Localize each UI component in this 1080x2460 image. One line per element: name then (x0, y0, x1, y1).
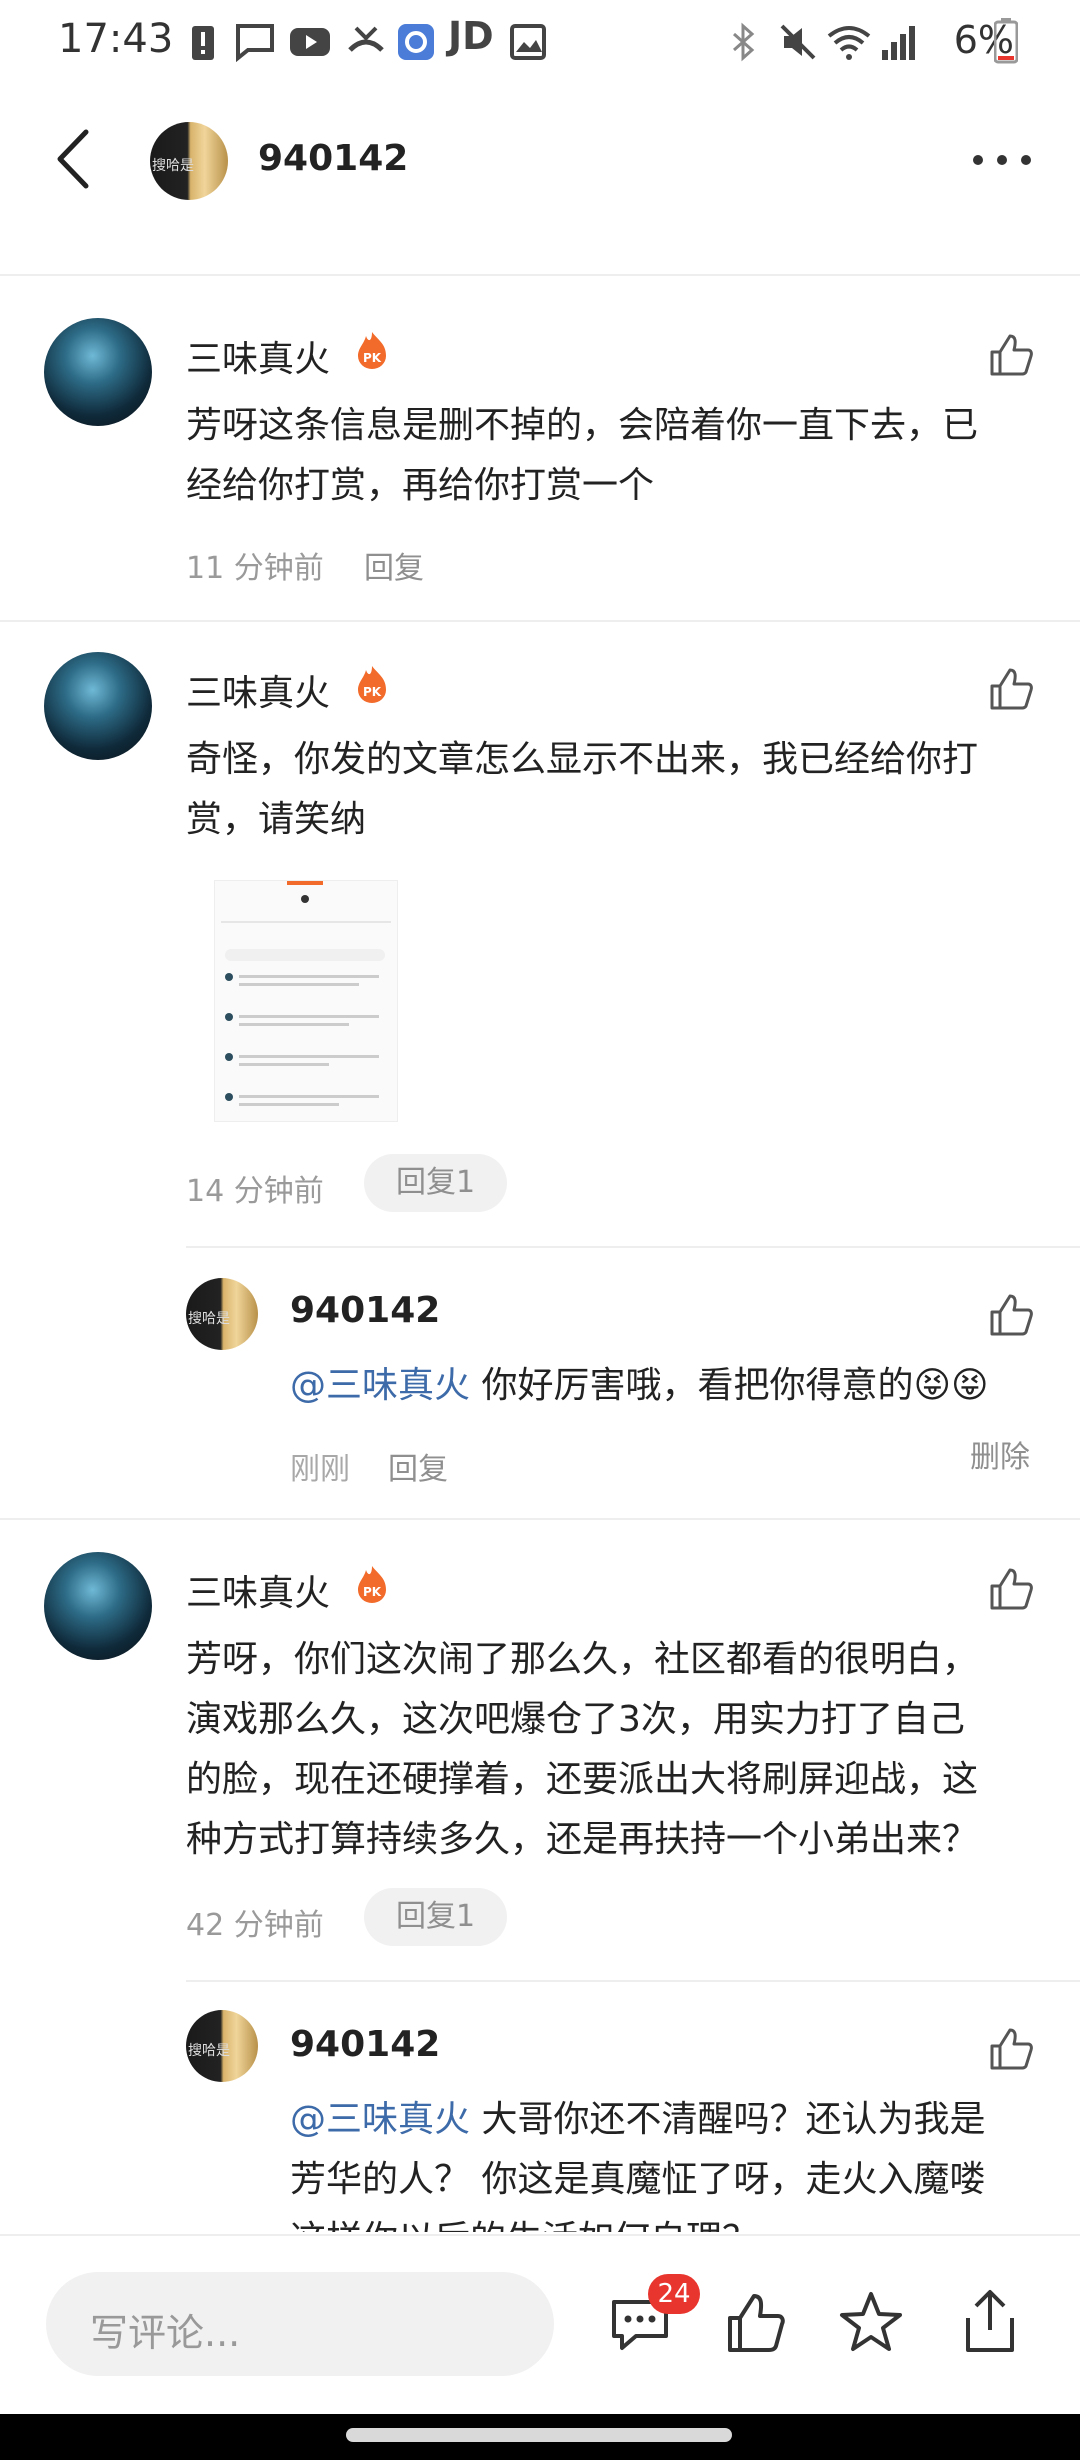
like-icon[interactable] (724, 2292, 788, 2356)
page-title: 940142 (258, 138, 409, 179)
reply-count-button[interactable]: 回复1 (364, 1888, 508, 1946)
jd-icon: JD (448, 14, 494, 58)
reply-user-name[interactable]: 940142 (290, 2024, 440, 2065)
mention-link[interactable]: @三味真火 (290, 1365, 470, 1406)
divider (186, 1246, 1080, 1248)
comment-text: 奇怪，你发的文章怎么显示不出来，我已经给你打 赏，请笑纳 (186, 730, 1046, 850)
pk-badge-icon: PK (358, 332, 386, 369)
reply-avatar[interactable]: 搜哈是 (186, 2010, 258, 2082)
comment-line: 演戏那么久，这次吧爆仓了3次，用实力打了自己 (186, 1699, 965, 1740)
comment-text: 芳呀这条信息是删不掉的，会陪着你一直下去，已 经给你打赏，再给你打赏一个 (186, 396, 1046, 516)
comment-line: 经给你打赏，再给你打赏一个 (186, 465, 655, 506)
comment-line: 奇怪，你发的文章怎么显示不出来，我已经给你打 (186, 739, 979, 780)
like-icon[interactable] (988, 666, 1034, 712)
reply-text: @三味真火 大哥你还不清醒吗？还认为我是 芳华的人？ 你这是真魔怔了呀，走火入魔… (290, 2090, 1050, 2232)
app-icon (398, 24, 434, 60)
emoji: 😝😝 (913, 1365, 989, 1406)
youtube-icon (290, 28, 330, 56)
divider (0, 1518, 1080, 1520)
commenter-name[interactable]: 三味真火 (186, 664, 330, 716)
comment-time: 14 分钟前 (186, 1174, 324, 1209)
comment-count-badge: 24 (648, 2274, 700, 2314)
mention-link[interactable]: @三味真火 (290, 2099, 470, 2140)
pk-badge-icon: PK (358, 1566, 386, 1603)
star-icon[interactable] (838, 2290, 904, 2356)
divider (0, 620, 1080, 622)
commenter-avatar[interactable] (44, 318, 152, 426)
like-icon[interactable] (988, 2026, 1034, 2072)
commenter-name[interactable]: 三味真火 (186, 1564, 330, 1616)
svg-text:PK: PK (363, 351, 382, 365)
reply-count-button[interactable]: 回复1 (364, 1154, 508, 1212)
pk-badge-icon: PK (358, 666, 386, 703)
wifi-icon (827, 26, 871, 60)
like-icon[interactable] (988, 1292, 1034, 1338)
svg-text:PK: PK (363, 1585, 382, 1599)
comment-input[interactable]: 写评论... (46, 2272, 554, 2376)
missed-call-icon (348, 26, 384, 52)
reply-body: 你好厉害哦，看把你得意的 (470, 1365, 914, 1406)
reply-line: 芳华的人？ 你这是真魔怔了呀，走火入魔喽 (290, 2159, 986, 2200)
reply-time: 刚刚 (290, 1452, 350, 1487)
comment-line: 种方式打算持续多久，还是再扶持一个小弟出来？ (186, 1819, 979, 1860)
signal-icon (882, 26, 915, 60)
header: 搜哈是 940142 (0, 88, 1080, 276)
comment-line: 赏，请笑纳 (186, 799, 367, 840)
commenter-avatar[interactable] (44, 1552, 152, 1660)
comment-time: 42 分钟前 (186, 1908, 324, 1943)
mute-icon (780, 24, 816, 60)
comment-input-placeholder: 写评论... (90, 2311, 241, 2355)
status-time: 17:43 (58, 16, 174, 62)
comment-line: 芳呀这条信息是删不掉的，会陪着你一直下去，已 (186, 405, 979, 446)
back-icon[interactable] (52, 128, 92, 190)
reply-button[interactable]: 回复 (364, 543, 424, 587)
divider (186, 1980, 1080, 1982)
reply-avatar[interactable]: 搜哈是 (186, 1278, 258, 1350)
comment-time: 11 分钟前 (186, 551, 324, 586)
reply-button[interactable]: 回复 (388, 1444, 448, 1488)
comment-line: 芳呀，你们这次闹了那么久，社区都看的很明白， (186, 1639, 979, 1680)
commenter-avatar[interactable] (44, 652, 152, 760)
comment-text: 芳呀，你们这次闹了那么久，社区都看的很明白， 演戏那么久，这次吧爆仓了3次，用实… (186, 1630, 1066, 1870)
reply-user-name[interactable]: 940142 (290, 1290, 440, 1331)
avatar-label: 搜哈是 (188, 2043, 230, 2060)
bluetooth-icon (733, 22, 755, 62)
like-icon[interactable] (988, 1566, 1034, 1612)
attached-image[interactable] (214, 880, 398, 1122)
delete-button[interactable]: 删除 (970, 1432, 1030, 1476)
avatar-label: 搜哈是 (188, 1311, 230, 1328)
reply-line: 大哥你还不清醒吗？还认为我是 (470, 2099, 986, 2140)
battery-alert-icon (192, 26, 214, 60)
status-bar: 17:43 JD 6% (0, 0, 1080, 88)
home-indicator[interactable] (346, 2428, 732, 2442)
reply-text: @三味真火 你好厉害哦，看把你得意的😝😝 (290, 1356, 1050, 1416)
svg-text:PK: PK (363, 685, 382, 699)
comment-line: 的脸，现在还硬撑着，还要派出大将刷屏迎战，这 (186, 1759, 979, 1800)
battery-icon (994, 18, 1018, 64)
commenter-name[interactable]: 三味真火 (186, 330, 330, 382)
watermark: @940142 (866, 2376, 1030, 2416)
reply-line: 这样你以后的生活如何自理？ (290, 2210, 1050, 2232)
more-icon[interactable] (970, 150, 1034, 170)
message-icon (236, 24, 274, 62)
header-avatar[interactable]: 搜哈是 (150, 122, 228, 200)
like-icon[interactable] (988, 332, 1034, 378)
share-icon[interactable] (958, 2288, 1022, 2356)
avatar-label: 搜哈是 (152, 157, 194, 174)
image-icon (510, 24, 546, 60)
